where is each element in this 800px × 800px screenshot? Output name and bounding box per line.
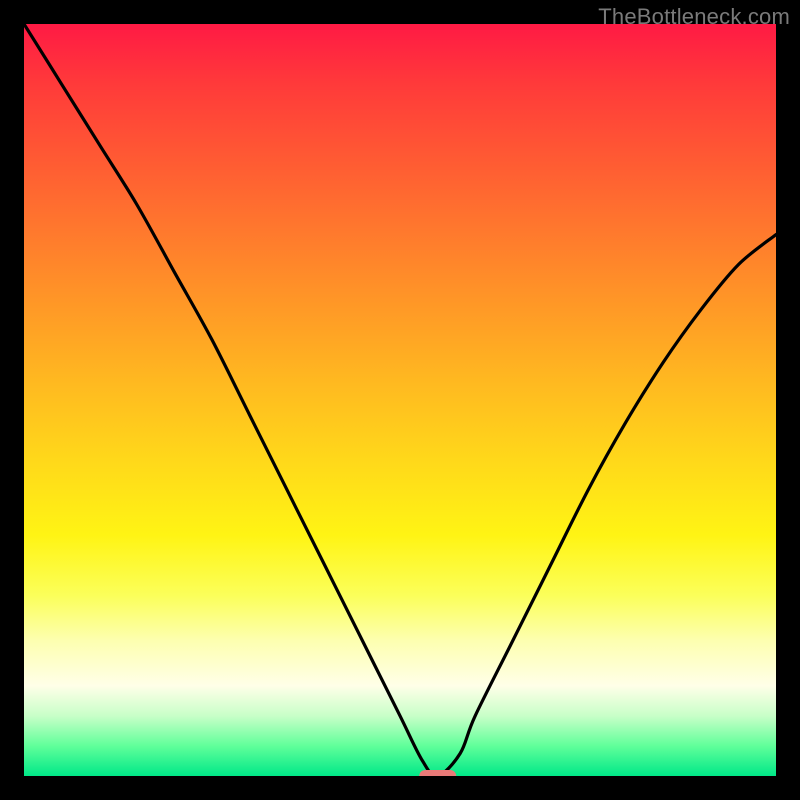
watermark-text: TheBottleneck.com: [598, 4, 790, 30]
bottleneck-curve: [24, 24, 776, 776]
chart-frame: TheBottleneck.com: [0, 0, 800, 800]
optimal-marker: [419, 770, 457, 776]
plot-area: [24, 24, 776, 776]
